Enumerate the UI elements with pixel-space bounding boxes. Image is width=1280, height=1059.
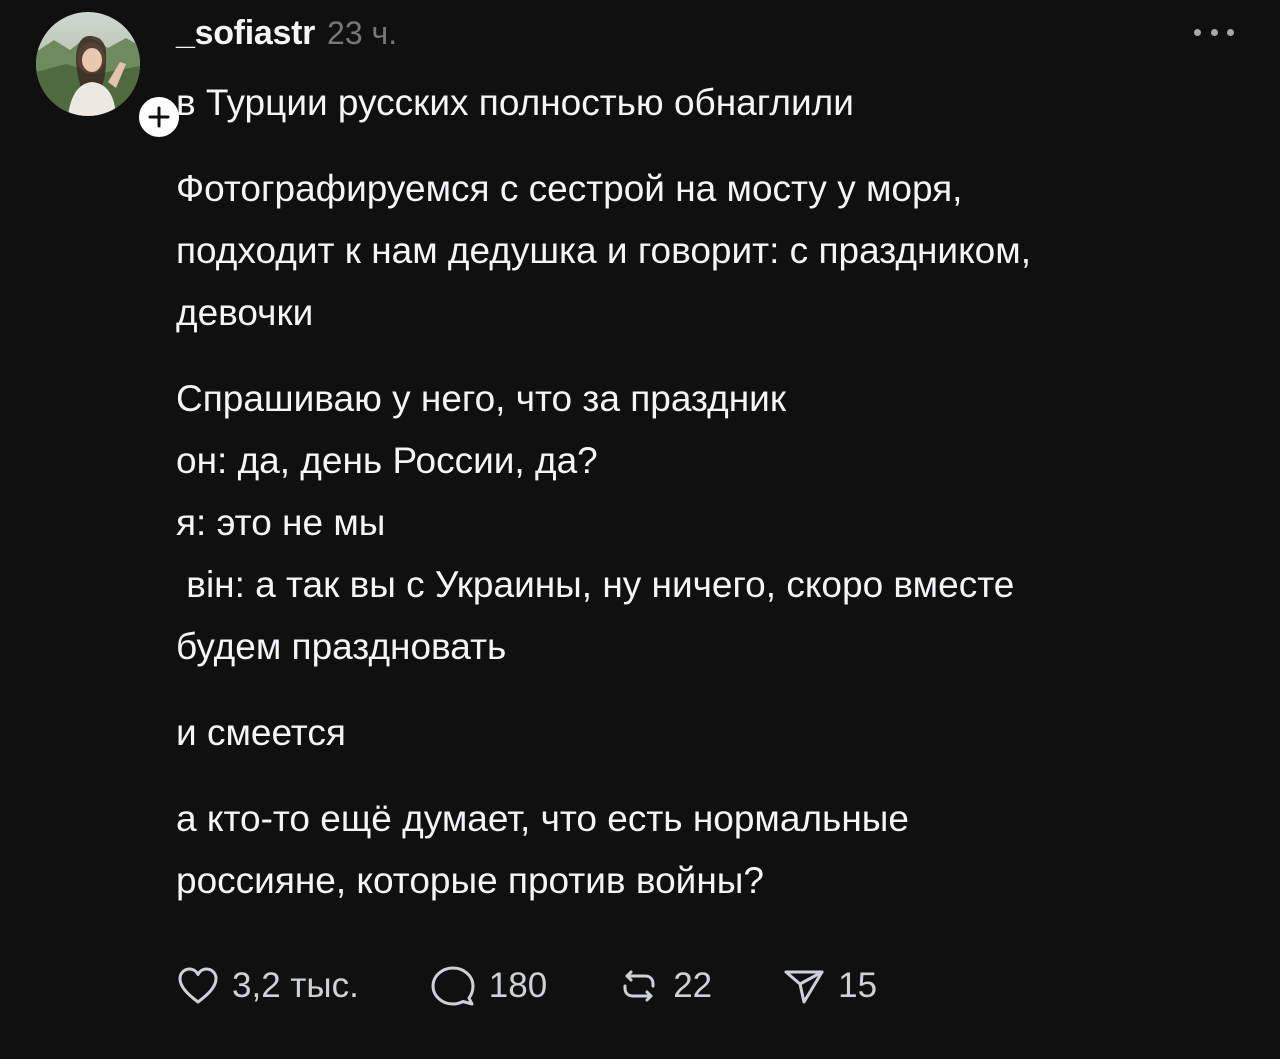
ellipsis-icon bbox=[1194, 28, 1201, 36]
reply-count: 180 bbox=[488, 966, 548, 1005]
send-icon bbox=[784, 970, 824, 1004]
ellipsis-icon bbox=[1227, 28, 1234, 36]
thread-post: _sofiastr 23 ч. в Турции русских полност… bbox=[0, 0, 1280, 1059]
post-paragraph: в Турции русских полностью обнаглили bbox=[176, 82, 854, 123]
post-actions: 3,2 тыс. 180 22 15 bbox=[176, 958, 877, 1014]
share-count: 15 bbox=[838, 966, 878, 1005]
ellipsis-icon bbox=[1210, 28, 1218, 36]
like-button[interactable]: 3,2 тыс. bbox=[176, 964, 359, 1008]
share-button[interactable]: 15 bbox=[782, 964, 877, 1008]
avatar[interactable] bbox=[36, 12, 140, 116]
like-count: 3,2 тыс. bbox=[232, 966, 359, 1005]
post-paragraph: и смеется bbox=[176, 712, 346, 753]
repost-button[interactable]: 22 bbox=[617, 964, 712, 1008]
post-body: в Турции русских полностью обнаглили Фот… bbox=[176, 72, 1256, 912]
post-paragraph: Спрашиваю у него, что за праздник он: да… bbox=[176, 378, 1015, 667]
comment-icon bbox=[431, 966, 475, 1006]
username-link[interactable]: _sofiastr bbox=[176, 14, 315, 53]
repost-icon bbox=[623, 970, 655, 1002]
avatar-container[interactable] bbox=[36, 12, 184, 142]
heart-icon bbox=[178, 967, 218, 1004]
plus-icon bbox=[148, 106, 170, 128]
post-header: _sofiastr 23 ч. bbox=[176, 14, 397, 54]
post-paragraph: Фотографируемся с сестрой на мосту у мор… bbox=[176, 168, 1031, 333]
post-timestamp: 23 ч. bbox=[327, 15, 398, 51]
reply-button[interactable]: 180 bbox=[429, 964, 547, 1008]
more-options-button[interactable] bbox=[1194, 20, 1234, 44]
repost-count: 22 bbox=[673, 966, 713, 1005]
post-paragraph: а кто-то ещё думает, что есть нормальные… bbox=[176, 798, 909, 901]
